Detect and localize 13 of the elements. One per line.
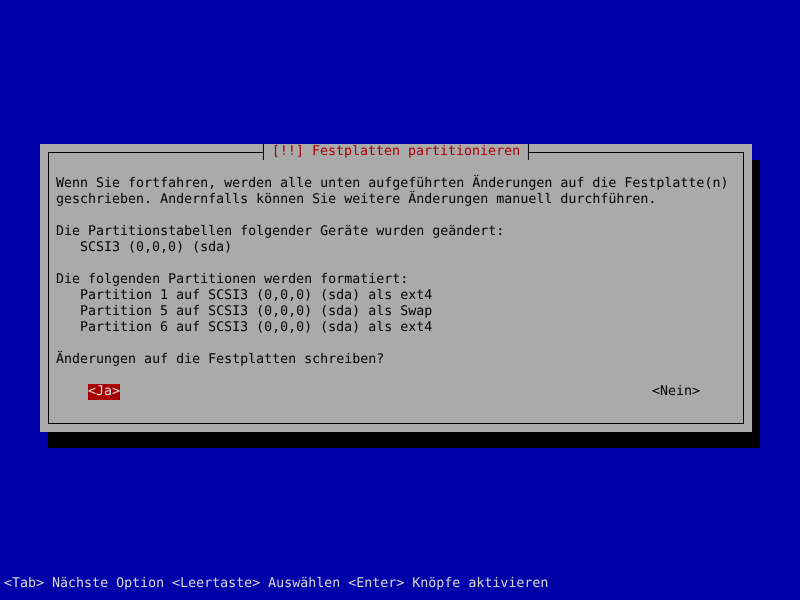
key-help-text: <Tab> Nächste Option <Leertaste> Auswählen <Enter> Knöpfe aktivieren — [4, 576, 550, 592]
dialog-title: [!!] Festplatten partitionieren — [262, 144, 530, 160]
message-text: geschrieben. Andernfalls können Sie weitere Änderungen manuell durchführen. — [56, 192, 658, 208]
section-heading: Die Partitionstabellen folgender Geräte wurden geändert: — [56, 224, 506, 240]
section-heading: Die folgenden Partitionen werden formatiert: — [56, 272, 410, 288]
list-item: Partition 6 auf SCSI3 (0,0,0) (sda) als ext4 — [79, 320, 434, 336]
question-text: Änderungen auf die Festplatten schreiben? — [56, 352, 386, 368]
list-item: SCSI3 (0,0,0) (sda) — [79, 240, 234, 256]
list-item: Partition 5 auf SCSI3 (0,0,0) (sda) als Swap — [79, 304, 434, 320]
no-button[interactable]: <Nein> — [652, 384, 700, 400]
list-item: Partition 1 auf SCSI3 (0,0,0) (sda) als ext4 — [79, 288, 434, 304]
yes-button[interactable]: <Ja> — [88, 384, 120, 400]
message-text: Wenn Sie fortfahren, werden alle unten aufgeführten Änderungen auf die Festplatte(n) — [56, 176, 730, 191]
